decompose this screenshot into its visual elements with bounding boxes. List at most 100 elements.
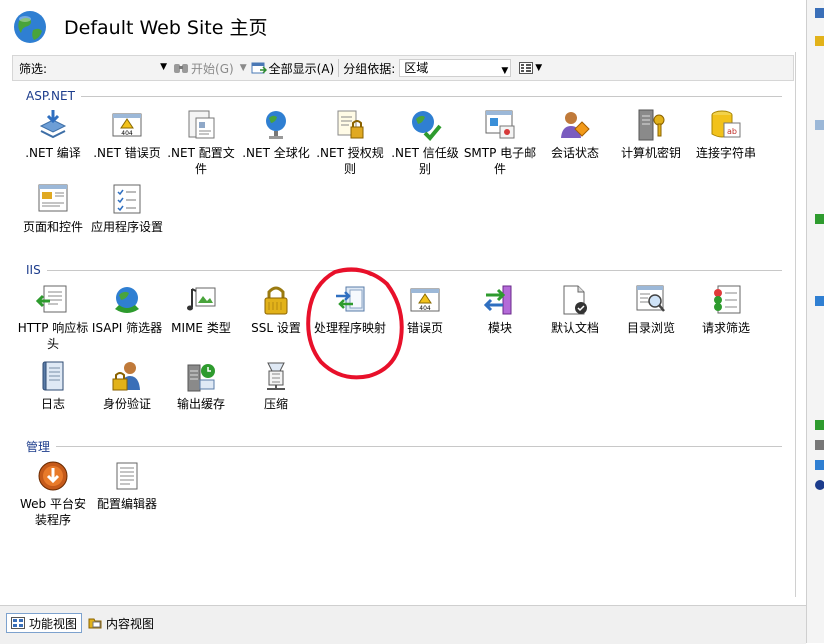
- request-filtering-icon: [714, 285, 741, 314]
- feature-label: .NET 错误页: [93, 146, 161, 160]
- net-globalization-icon: [266, 111, 286, 139]
- panel-icon: [815, 460, 824, 470]
- feature-configuration-editor[interactable]: 配置编辑器: [90, 459, 164, 512]
- panel-icon: [815, 296, 824, 306]
- feature-label: Web 平台安装程序: [20, 497, 86, 527]
- feature-mime-types[interactable]: MIME 类型: [164, 283, 238, 336]
- tab-content-view[interactable]: 内容视图: [84, 613, 158, 633]
- feature-http-headers[interactable]: HTTP 响应标头: [16, 283, 90, 352]
- globe-icon: [14, 11, 46, 43]
- panel-icon: [815, 420, 824, 430]
- web-platform-installer-icon: [38, 461, 68, 491]
- feature-smtp-email[interactable]: SMTP 电子邮件: [463, 108, 537, 177]
- net-trust-level-icon: [412, 111, 442, 141]
- feature-label: 错误页: [406, 321, 443, 335]
- filter-input[interactable]: ▼: [49, 59, 169, 77]
- smtp-email-icon: [485, 110, 515, 139]
- features-view-icon: [11, 617, 25, 629]
- feature-label: ISAPI 筛选器: [91, 321, 163, 335]
- tab-label: 内容视图: [106, 616, 155, 631]
- feature-net-profile[interactable]: .NET 配置文件: [164, 108, 238, 177]
- http-headers-icon: [36, 285, 67, 313]
- section-divider: [46, 269, 782, 271]
- feature-label: 会话状态: [550, 146, 599, 160]
- feature-label: MIME 类型: [171, 321, 231, 335]
- feature-label: .NET 编译: [25, 146, 81, 160]
- content-scroll-edge: [795, 52, 796, 597]
- feature-app-settings[interactable]: 应用程序设置: [90, 182, 164, 235]
- feature-session-state[interactable]: 会话状态: [538, 108, 612, 161]
- show-all-label: 全部显示(A): [268, 61, 335, 76]
- section-divider: [56, 445, 782, 447]
- configuration-editor-icon: [116, 462, 138, 490]
- group-by-select[interactable]: 区域 ▼: [399, 59, 512, 79]
- view-tabs-bar: 功能视图 内容视图: [0, 605, 806, 644]
- tab-label: 功能视图: [29, 616, 78, 631]
- header: Default Web Site 主页: [0, 0, 806, 52]
- feature-label: 处理程序映射: [313, 321, 386, 335]
- chevron-down-icon[interactable]: ▼: [160, 62, 167, 72]
- feature-label: .NET 信任级别: [391, 146, 459, 176]
- binoculars-icon: [174, 64, 189, 73]
- feature-web-platform-installer[interactable]: Web 平台安装程序: [16, 459, 90, 528]
- svg-text:404: 404: [419, 305, 431, 312]
- filter-toolbar: 筛选: ▼ 开始(G) ▼ 全部显示(A) 分组依据: 区域 ▼ ▼: [12, 55, 794, 81]
- default-document-icon: [563, 285, 587, 315]
- feature-output-caching[interactable]: 输出缓存: [164, 359, 238, 412]
- show-all-button[interactable]: 全部显示(A): [251, 60, 335, 77]
- feature-authentication[interactable]: 身份验证: [90, 359, 164, 412]
- chevron-down-icon[interactable]: ▼: [535, 63, 542, 73]
- feature-label: 身份验证: [102, 397, 151, 411]
- logging-icon: [42, 361, 64, 391]
- section-divider: [80, 95, 782, 97]
- feature-error-pages[interactable]: 404 错误页: [388, 283, 462, 336]
- feature-logging[interactable]: 日志: [16, 359, 90, 412]
- feature-default-document[interactable]: 默认文档: [538, 283, 612, 336]
- mime-types-icon: [187, 287, 216, 311]
- net-compile-icon: [39, 110, 67, 139]
- filter-label: 筛选:: [19, 61, 48, 76]
- feature-net-authorization[interactable]: .NET 授权规则: [313, 108, 387, 177]
- view-mode-button[interactable]: ▼: [519, 62, 542, 74]
- chevron-down-icon[interactable]: ▼: [240, 63, 247, 73]
- net-error-page-icon: 404: [112, 113, 142, 137]
- feature-directory-browsing[interactable]: 目录浏览: [614, 283, 688, 336]
- tab-features-view[interactable]: 功能视图: [6, 613, 83, 633]
- feature-label: 压缩: [263, 397, 288, 411]
- feature-net-error-page[interactable]: 404 .NET 错误页: [90, 108, 164, 161]
- machine-key-icon: [638, 109, 665, 141]
- feature-connection-string[interactable]: ab 连接字符串: [689, 108, 763, 161]
- toolbar-separator: [338, 59, 340, 77]
- feature-net-compile[interactable]: .NET 编译: [16, 108, 90, 161]
- feature-isapi-filters[interactable]: ISAPI 筛选器: [90, 283, 164, 336]
- feature-label: HTTP 响应标头: [17, 321, 89, 351]
- net-profile-icon: [188, 110, 215, 139]
- feature-machine-key[interactable]: 计算机密钥: [614, 108, 688, 161]
- feature-handler-mappings[interactable]: 处理程序映射: [313, 283, 387, 336]
- ssl-lock-icon: [264, 286, 288, 315]
- chevron-down-icon[interactable]: ▼: [501, 63, 508, 79]
- panel-icon: [815, 440, 824, 450]
- content-view-icon: [88, 618, 102, 629]
- feature-label: .NET 授权规则: [316, 146, 384, 176]
- feature-label: 日志: [40, 397, 65, 411]
- isapi-filters-icon: [115, 287, 139, 313]
- feature-label: 计算机密钥: [620, 146, 681, 160]
- feature-pages-controls[interactable]: 页面和控件: [16, 182, 90, 235]
- features-panel: ASP.NET .NET 编译 404 .NET 错误页 .NET 配置文件 .…: [12, 84, 794, 594]
- feature-net-trust-level[interactable]: .NET 信任级别: [388, 108, 462, 177]
- group-by-label: 分组依据:: [343, 61, 396, 76]
- error-pages-icon: 404: [410, 288, 440, 312]
- feature-ssl-settings[interactable]: SSL 设置: [239, 283, 313, 336]
- group-by-value: 区域: [404, 61, 429, 75]
- feature-compression[interactable]: 压缩: [239, 359, 313, 412]
- feature-label: 应用程序设置: [90, 220, 163, 234]
- start-button[interactable]: 开始(G) ▼: [173, 60, 247, 77]
- feature-label: 输出缓存: [176, 397, 225, 411]
- app-settings-icon: [113, 184, 141, 214]
- feature-request-filtering[interactable]: 请求筛选: [689, 283, 763, 336]
- feature-modules[interactable]: 模块: [463, 283, 537, 336]
- feature-label: 模块: [487, 321, 512, 335]
- feature-net-globalization[interactable]: .NET 全球化: [239, 108, 313, 161]
- output-caching-icon: [187, 364, 215, 392]
